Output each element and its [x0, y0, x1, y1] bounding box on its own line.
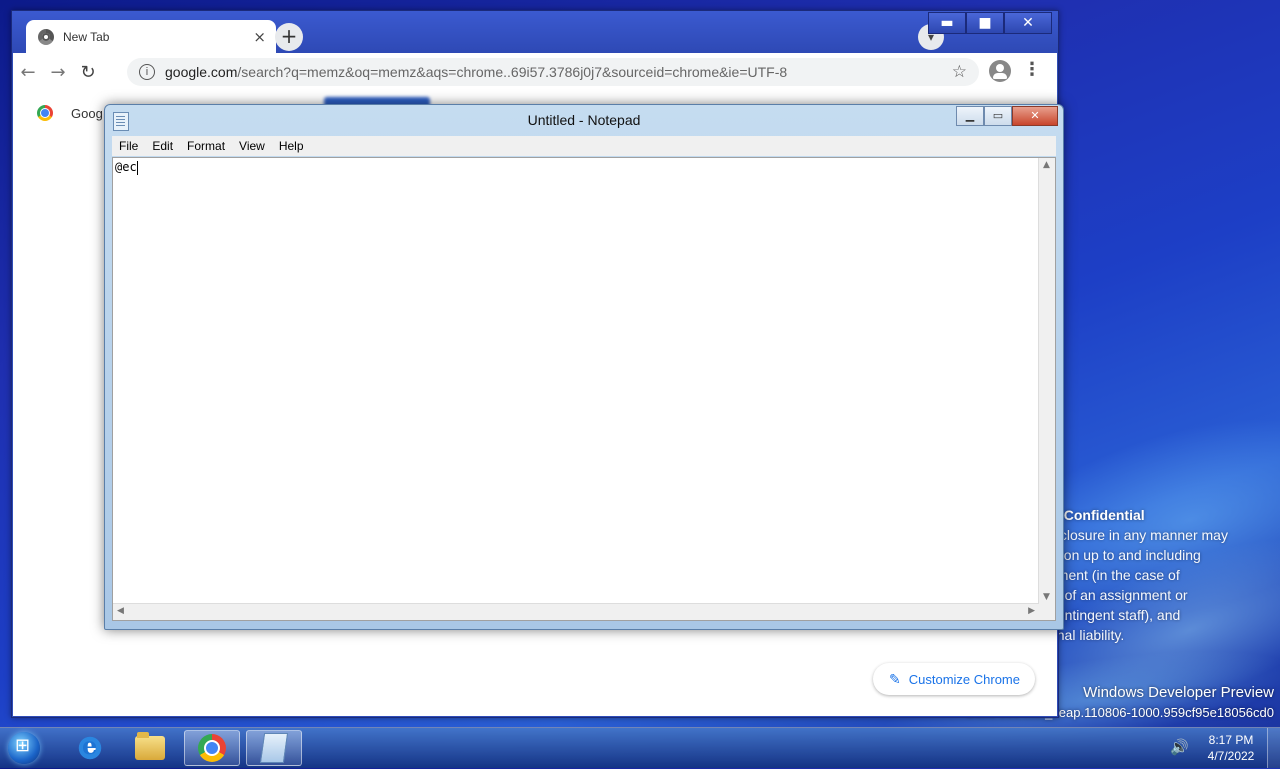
chrome-icon	[198, 734, 226, 762]
notepad-window: Untitled - Notepad ▁ ▭ ✕ File Edit Forma…	[104, 104, 1064, 630]
horizontal-scrollbar[interactable]: ◀ ▶	[113, 603, 1039, 620]
chrome-favicon-icon	[38, 28, 54, 45]
close-button[interactable]: ✕	[1004, 12, 1052, 34]
pencil-icon: ✎	[889, 670, 901, 687]
notepad-app-icon	[259, 733, 289, 763]
watermark-line: action up to and including	[1042, 547, 1201, 563]
volume-icon[interactable]: 🔊	[1170, 738, 1189, 756]
scroll-right-icon[interactable]: ▶	[1028, 606, 1035, 616]
menu-view[interactable]: View	[232, 139, 272, 153]
menu-help[interactable]: Help	[272, 139, 311, 153]
notepad-content[interactable]: @ec	[115, 160, 138, 175]
tab-title: New Tab	[63, 29, 110, 44]
tab-close-icon[interactable]: ×	[253, 28, 266, 46]
menu-file[interactable]: File	[112, 139, 145, 153]
chrome-menu-icon[interactable]: ⋮	[1023, 59, 1041, 80]
notepad-titlebar[interactable]: Untitled - Notepad ▁ ▭ ✕	[105, 105, 1063, 135]
watermark-line: oyment (in the case of	[1042, 567, 1180, 583]
reload-icon[interactable]: ↻	[73, 62, 103, 83]
scroll-up-icon[interactable]: ▲	[1043, 160, 1050, 170]
forward-arrow-icon[interactable]: →	[43, 62, 73, 83]
customize-chrome-button[interactable]: ✎ Customize Chrome	[873, 663, 1035, 695]
url-host: google.com	[165, 64, 238, 80]
internet-explorer-icon	[77, 731, 103, 761]
notepad-text-area[interactable]: @ec ▲ ▼ ◀ ▶	[112, 157, 1056, 621]
taskbar-notepad[interactable]	[246, 730, 302, 766]
notepad-window-controls: ▁ ▭ ✕	[956, 106, 1058, 126]
url-path: /search?q=memz&oq=memz&aqs=chrome..69i57…	[237, 64, 788, 80]
address-bar[interactable]: i google.com/search?q=memz&oq=memz&aqs=c…	[127, 58, 979, 86]
menu-edit[interactable]: Edit	[145, 139, 180, 153]
bookmark-google[interactable]: Goog	[71, 106, 103, 121]
watermark-line: ion of an assignment or	[1042, 587, 1188, 603]
start-button[interactable]	[4, 729, 44, 767]
scroll-down-icon[interactable]: ▼	[1043, 592, 1050, 602]
clock-date: 4/7/2022	[1207, 749, 1255, 763]
notepad-minimize-button[interactable]: ▁	[956, 106, 984, 126]
chrome-toolbar: ← → ↻ i google.com/search?q=memz&oq=memz…	[13, 53, 1057, 91]
show-desktop-button[interactable]	[1267, 728, 1280, 768]
watermark-line: minal liability.	[1042, 627, 1125, 643]
notepad-close-button[interactable]: ✕	[1012, 106, 1058, 126]
resize-grip[interactable]	[1039, 604, 1055, 620]
taskbar-file-explorer[interactable]	[122, 730, 178, 766]
tab-new-tab[interactable]: New Tab ×	[26, 20, 276, 53]
maximize-button[interactable]: ■	[966, 12, 1004, 34]
chrome-titlebar[interactable]: New Tab × + ▾ ▬ ■ ✕	[12, 11, 1058, 53]
clock-time: 8:17 PM	[1208, 733, 1254, 747]
bookmark-star-icon[interactable]: ☆	[952, 62, 967, 82]
menu-format[interactable]: Format	[180, 139, 232, 153]
taskbar: 🔊 8:17 PM 4/7/2022	[0, 727, 1280, 768]
notepad-title: Untitled - Notepad	[527, 112, 641, 128]
vertical-scrollbar[interactable]: ▲ ▼	[1038, 158, 1055, 604]
watermark-line: f contingent staff), and	[1042, 607, 1181, 623]
new-tab-button[interactable]: +	[275, 23, 303, 51]
profile-avatar-icon[interactable]	[989, 60, 1011, 82]
taskbar-internet-explorer[interactable]	[62, 730, 118, 766]
minimize-button[interactable]: ▬	[928, 12, 966, 34]
chrome-window-controls: ▬ ■ ✕	[928, 12, 1052, 34]
watermark-line: disclosure in any manner may	[1042, 527, 1228, 543]
system-clock[interactable]: 8:17 PM 4/7/2022	[1196, 732, 1266, 764]
scroll-left-icon[interactable]: ◀	[117, 606, 124, 616]
back-arrow-icon[interactable]: ←	[13, 62, 43, 83]
windows-logo-icon	[8, 732, 40, 764]
info-icon[interactable]: i	[139, 64, 155, 80]
folder-icon	[135, 732, 165, 760]
notepad-menubar: File Edit Format View Help	[112, 136, 1056, 156]
notepad-maximize-button[interactable]: ▭	[984, 106, 1012, 126]
google-favicon-icon	[37, 105, 53, 121]
customize-chrome-label: Customize Chrome	[908, 671, 1020, 687]
confidential-watermark: oft Confidential disclosure in any manne…	[1042, 505, 1272, 645]
taskbar-chrome[interactable]	[184, 730, 240, 766]
url-text[interactable]: google.com/search?q=memz&oq=memz&aqs=chr…	[165, 64, 952, 80]
watermark-title: oft Confidential	[1042, 507, 1145, 523]
